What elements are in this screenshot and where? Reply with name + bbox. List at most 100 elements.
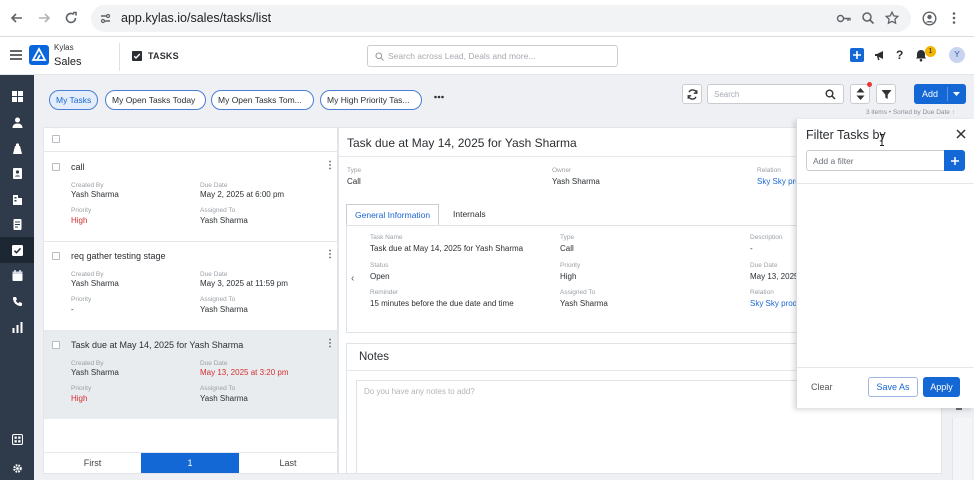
url-text[interactable]: app.kylas.io/sales/tasks/list	[121, 11, 271, 25]
gi-relation-link[interactable]: Sky Sky prod	[750, 299, 796, 308]
sidebar-contacts-icon[interactable]	[9, 165, 25, 181]
filter-pill-my-tasks[interactable]: My Tasks	[49, 90, 98, 110]
refresh-button[interactable]	[682, 84, 702, 104]
add-button[interactable]: Add	[914, 84, 966, 104]
sidebar-reports-icon[interactable]	[9, 319, 25, 335]
sidebar-settings-gear-icon[interactable]	[9, 460, 25, 476]
created-by-value: Yash Sharma	[71, 279, 119, 288]
created-by-label: Created By	[71, 182, 104, 189]
gi-reminder-label: Reminder	[370, 289, 399, 296]
filter-pill-high-priority[interactable]: My High Priority Tas...	[320, 90, 422, 110]
detail-owner-label: Owner	[552, 167, 572, 174]
forward-icon[interactable]	[35, 9, 53, 27]
browser-menu-icon[interactable]	[951, 11, 957, 25]
sidebar-calendar-icon[interactable]	[9, 267, 25, 283]
detail-type-label: Type	[347, 167, 362, 174]
tab-internals[interactable]: Internals	[445, 204, 494, 226]
brand-name: Kylas	[54, 43, 74, 52]
task-title[interactable]: req gather testing stage	[71, 251, 166, 261]
task-kebab-menu-icon[interactable]: ⋮	[325, 249, 335, 260]
assigned-to-label: Assigned To	[200, 385, 236, 392]
search-icon	[375, 52, 384, 61]
global-search-input[interactable]: Search across Lead, Deals and more...	[367, 45, 618, 67]
pager-last-button[interactable]: Last	[239, 453, 337, 473]
priority-label: Priority	[71, 385, 92, 392]
tab-general-information[interactable]: General Information	[346, 204, 440, 226]
add-filter-input[interactable]: Add a filter	[806, 150, 945, 171]
created-by-value: Yash Sharma	[71, 190, 119, 199]
detail-title: Task due at May 14, 2025 for Yash Sharma	[347, 136, 577, 150]
site-settings-icon[interactable]	[99, 12, 112, 25]
chevron-down-icon	[953, 92, 960, 96]
sidebar-leads-icon[interactable]	[9, 114, 25, 130]
filter-pill-open-today[interactable]: My Open Tasks Today	[105, 90, 206, 110]
carousel-prev-icon[interactable]: ‹	[351, 273, 354, 284]
pager-current-page[interactable]: 1	[141, 453, 239, 473]
hamburger-menu-icon[interactable]	[10, 50, 22, 60]
add-filter-plus-button[interactable]	[944, 150, 965, 171]
bookmark-star-icon[interactable]	[885, 11, 899, 25]
filter-button[interactable]	[876, 84, 896, 104]
gi-assigned-label: Assigned To	[560, 289, 596, 296]
help-icon[interactable]: ?	[896, 48, 903, 62]
filter-panel-title: Filter Tasks by	[806, 128, 886, 142]
apply-filters-button[interactable]: Apply	[923, 377, 960, 397]
task-title[interactable]: Task due at May 14, 2025 for Yash Sharma	[71, 340, 243, 350]
priority-value: -	[71, 305, 74, 314]
task-kebab-menu-icon[interactable]: ⋮	[325, 338, 335, 349]
priority-label: Priority	[71, 207, 92, 214]
filter-pill-open-tomorrow[interactable]: My Open Tasks Tom...	[211, 90, 314, 110]
password-key-icon[interactable]	[836, 12, 852, 25]
gi-task-name-value: Task due at May 14, 2025 for Yash Sharma	[370, 244, 524, 253]
close-icon[interactable]	[956, 129, 966, 139]
assigned-to-label: Assigned To	[200, 207, 236, 214]
detail-type-value: Call	[347, 177, 361, 186]
kylas-logo-icon[interactable]	[29, 45, 49, 65]
zoom-icon[interactable]	[861, 11, 875, 25]
more-filters-icon[interactable]	[434, 95, 444, 99]
filter-divider-top	[797, 183, 974, 184]
task-checkbox[interactable]	[52, 252, 60, 260]
gi-due-date-label: Due Date	[750, 262, 778, 269]
megaphone-icon[interactable]	[874, 49, 886, 61]
sidebar-apps-icon[interactable]	[9, 431, 25, 447]
sidebar-deals-icon[interactable]	[9, 140, 25, 156]
funnel-icon	[881, 89, 891, 99]
pager-first-button[interactable]: First	[44, 453, 141, 473]
list-search-placeholder: Search	[714, 90, 740, 99]
add-filter-placeholder: Add a filter	[813, 156, 854, 166]
sidebar-companies-icon[interactable]	[9, 191, 25, 207]
gi-priority-label: Priority	[560, 262, 581, 269]
back-icon[interactable]	[8, 9, 26, 27]
list-search-input[interactable]: Search	[707, 84, 844, 104]
task-checkbox[interactable]	[52, 163, 60, 171]
sidebar-quotes-icon[interactable]	[9, 216, 25, 232]
task-kebab-menu-icon[interactable]: ⋮	[325, 160, 335, 171]
tasks-check-icon	[132, 51, 142, 61]
sort-button[interactable]	[850, 84, 870, 104]
clear-filters-button[interactable]: Clear	[811, 382, 833, 392]
vertical-scrollbar[interactable]	[952, 418, 972, 480]
priority-value: High	[71, 394, 88, 403]
select-all-checkbox[interactable]	[52, 135, 60, 143]
sidebar-tasks-icon[interactable]	[9, 242, 25, 258]
reload-icon[interactable]	[62, 9, 80, 27]
profile-icon[interactable]	[922, 11, 937, 26]
gi-type-value: Call	[560, 244, 574, 253]
gi-description-value: -	[750, 244, 753, 253]
sort-icon	[856, 88, 864, 100]
sort-indicator-dot	[867, 82, 872, 87]
detail-owner-value: Yash Sharma	[552, 177, 600, 186]
gi-relation-label: Relation	[750, 289, 774, 296]
sidebar-calls-icon[interactable]	[9, 293, 25, 309]
sidebar-dashboard-icon[interactable]	[9, 88, 25, 104]
search-icon	[825, 89, 836, 100]
save-as-button[interactable]: Save As	[868, 377, 918, 397]
user-avatar[interactable]: Y	[949, 47, 965, 63]
task-checkbox[interactable]	[52, 341, 60, 349]
task-title[interactable]: call	[71, 162, 85, 172]
quick-add-icon[interactable]	[850, 48, 864, 62]
detail-relation-link[interactable]: Sky Sky pro	[757, 177, 797, 186]
created-by-value: Yash Sharma	[71, 368, 119, 377]
page-title: TASKS	[148, 51, 179, 61]
